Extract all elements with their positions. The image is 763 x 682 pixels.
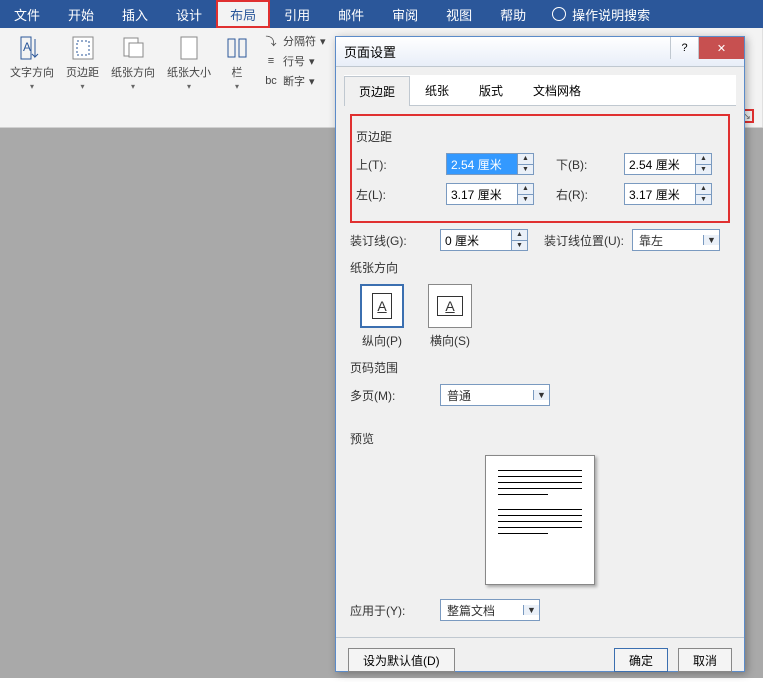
text-direction-button[interactable]: A 文字方向▾ (6, 32, 58, 93)
bottom-input[interactable] (624, 153, 696, 175)
apply-label: 应用于(Y): (350, 602, 432, 619)
gutter-label: 装订线(G): (350, 232, 432, 249)
bottom-spinner[interactable]: ▲▼ (624, 153, 712, 175)
page-setup-dialog: 页面设置 ? ✕ 页边距 纸张 版式 文档网格 页边距 上(T): ▲▼ 下(B… (335, 36, 745, 672)
dlg-tab-paper[interactable]: 纸张 (410, 75, 464, 105)
chevron-down-icon[interactable]: ▼ (533, 390, 549, 400)
landscape-icon: A (437, 296, 463, 316)
margins-button[interactable]: 页边距▾ (62, 32, 103, 93)
text-direction-icon: A (18, 34, 46, 62)
right-spinner[interactable]: ▲▼ (624, 183, 712, 205)
multi-label: 多页(M): (350, 387, 432, 404)
chevron-down-icon[interactable]: ▼ (703, 235, 719, 245)
dialog-tabs: 页边距 纸张 版式 文档网格 (344, 75, 736, 106)
dlg-tab-margins[interactable]: 页边距 (344, 76, 410, 106)
lightbulb-icon (552, 7, 566, 21)
left-label: 左(L): (356, 186, 438, 203)
size-button[interactable]: 纸张大小▾ (163, 32, 215, 93)
gutter-pos-combo[interactable]: 靠左▼ (632, 229, 720, 251)
landscape-option[interactable]: A 横向(S) (428, 284, 472, 349)
right-label: 右(R): (556, 186, 616, 203)
gutter-input[interactable] (440, 229, 512, 251)
right-input[interactable] (624, 183, 696, 205)
line-numbers-button[interactable]: ≡行号 ▾ (259, 52, 330, 70)
line-numbers-icon: ≡ (263, 53, 279, 69)
breaks-button[interactable]: ⤵分隔符 ▾ (259, 32, 330, 50)
down-icon[interactable]: ▼ (518, 164, 534, 176)
dialog-title: 页面设置 (344, 42, 396, 61)
gutter-spinner[interactable]: ▲▼ (440, 229, 528, 251)
dialog-content: 页边距 上(T): ▲▼ 下(B): ▲▼ 左(L): ▲▼ 右(R): ▲▼ … (336, 106, 744, 637)
set-default-button[interactable]: 设为默认值(D) (348, 648, 455, 672)
cancel-button[interactable]: 取消 (678, 648, 732, 672)
tell-me-label: 操作说明搜索 (572, 5, 650, 24)
tab-insert[interactable]: 插入 (108, 0, 162, 28)
tell-me-search[interactable]: 操作说明搜索 (540, 0, 662, 28)
preview-thumbnail (485, 455, 595, 585)
tab-mailings[interactable]: 邮件 (324, 0, 378, 28)
ribbon-tabs: 文件 开始 插入 设计 布局 引用 邮件 审阅 视图 帮助 操作说明搜索 (0, 0, 763, 28)
chevron-down-icon[interactable]: ▼ (523, 605, 539, 615)
bottom-label: 下(B): (556, 156, 616, 173)
dlg-tab-layout[interactable]: 版式 (464, 75, 518, 105)
columns-icon (223, 34, 251, 62)
dlg-tab-grid[interactable]: 文档网格 (518, 75, 596, 105)
tab-file[interactable]: 文件 (0, 0, 54, 28)
tab-home[interactable]: 开始 (54, 0, 108, 28)
tab-layout[interactable]: 布局 (216, 0, 270, 28)
hyphenation-button[interactable]: bc断字 ▾ (259, 72, 330, 90)
columns-button[interactable]: 栏▾ (219, 32, 255, 93)
orientation-icon (119, 34, 147, 62)
margins-highlight-box: 页边距 上(T): ▲▼ 下(B): ▲▼ 左(L): ▲▼ 右(R): ▲▼ (350, 114, 730, 223)
dialog-close-button[interactable]: ✕ (698, 37, 744, 59)
top-label: 上(T): (356, 156, 438, 173)
multi-combo[interactable]: 普通▼ (440, 384, 550, 406)
size-icon (175, 34, 203, 62)
apply-combo[interactable]: 整篇文档▼ (440, 599, 540, 621)
ok-button[interactable]: 确定 (614, 648, 668, 672)
gutter-pos-label: 装订线位置(U): (544, 232, 624, 249)
section-orientation-title: 纸张方向 (350, 259, 730, 276)
top-input[interactable] (446, 153, 518, 175)
left-input[interactable] (446, 183, 518, 205)
section-pages-title: 页码范围 (350, 359, 730, 376)
orientation-button[interactable]: 纸张方向▾ (107, 32, 159, 93)
portrait-icon: A (372, 293, 392, 319)
portrait-option[interactable]: A 纵向(P) (360, 284, 404, 349)
hyphenation-icon: bc (263, 73, 279, 89)
margins-icon (69, 34, 97, 62)
dialog-titlebar: 页面设置 ? ✕ (336, 37, 744, 67)
section-preview-title: 预览 (350, 430, 730, 447)
svg-text:A: A (23, 40, 31, 54)
tab-references[interactable]: 引用 (270, 0, 324, 28)
top-spinner[interactable]: ▲▼ (446, 153, 534, 175)
tab-help[interactable]: 帮助 (486, 0, 540, 28)
dialog-help-button[interactable]: ? (670, 37, 698, 59)
tab-design[interactable]: 设计 (162, 0, 216, 28)
left-spinner[interactable]: ▲▼ (446, 183, 534, 205)
tab-view[interactable]: 视图 (432, 0, 486, 28)
dialog-footer: 设为默认值(D) 确定 取消 (336, 637, 744, 682)
breaks-icon: ⤵ (263, 33, 279, 49)
section-margins-title: 页边距 (356, 128, 724, 145)
tab-review[interactable]: 审阅 (378, 0, 432, 28)
up-icon[interactable]: ▲ (518, 153, 534, 164)
